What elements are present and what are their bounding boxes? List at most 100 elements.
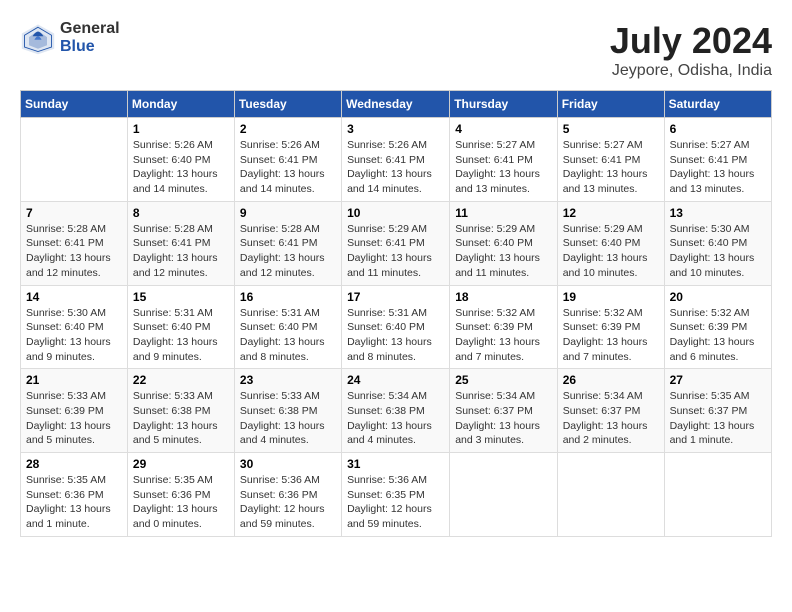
calendar-cell: 31 Sunrise: 5:36 AMSunset: 6:35 PMDayligh… [342,453,450,537]
logo-icon [20,20,56,56]
day-info: Sunrise: 5:28 AMSunset: 6:41 PMDaylight:… [240,222,336,281]
day-number: 31 [347,457,444,471]
calendar-cell: 27Sunrise: 5:35 AMSunset: 6:37 PMDayligh… [664,369,771,453]
day-number: 18 [455,290,551,304]
day-info: Sunrise: 5:27 AMSunset: 6:41 PMDaylight:… [670,138,766,197]
day-info: Sunrise: 5:36 AMSunset: 6:36 PMDaylight:… [240,473,336,532]
calendar-cell [21,118,128,202]
calendar-cell: 18 Sunrise: 5:32 AMSunset: 6:39 PMDayligh… [450,285,557,369]
calendar-week-row: 21Sunrise: 5:33 AMSunset: 6:39 PMDayligh… [21,369,772,453]
month-title: July 2024 [610,20,772,62]
day-info: Sunrise: 5:29 AMSunset: 6:41 PMDaylight:… [347,222,444,281]
calendar-week-row: 28Sunrise: 5:35 AMSunset: 6:36 PMDayligh… [21,453,772,537]
calendar-cell: 16Sunrise: 5:31 AMSunset: 6:40 PMDayligh… [234,285,341,369]
logo-blue-text: Blue [60,38,120,56]
day-info: Sunrise: 5:31 AMSunset: 6:40 PMDaylight:… [347,306,444,365]
calendar-cell: 29 Sunrise: 5:35 AMSunset: 6:36 PMDayligh… [127,453,234,537]
calendar-cell: 25 Sunrise: 5:34 AMSunset: 6:37 PMDayligh… [450,369,557,453]
calendar-cell: 11Sunrise: 5:29 AMSunset: 6:40 PMDayligh… [450,201,557,285]
calendar-cell: 24Sunrise: 5:34 AMSunset: 6:38 PMDayligh… [342,369,450,453]
calendar-cell: 1 Sunrise: 5:26 AMSunset: 6:40 PMDaylight… [127,118,234,202]
day-number: 10 [347,206,444,220]
day-info: Sunrise: 5:32 AMSunset: 6:39 PMDaylight:… [455,306,551,365]
day-info: Sunrise: 5:33 AMSunset: 6:39 PMDaylight:… [26,389,122,448]
calendar-cell: 23 Sunrise: 5:33 AMSunset: 6:38 PMDayligh… [234,369,341,453]
day-number: 20 [670,290,766,304]
calendar-cell: 28Sunrise: 5:35 AMSunset: 6:36 PMDayligh… [21,453,128,537]
day-number: 23 [240,373,336,387]
calendar-cell: 3 Sunrise: 5:26 AMSunset: 6:41 PMDaylight… [342,118,450,202]
day-number: 5 [563,122,659,136]
column-header-thursday: Thursday [450,91,557,118]
calendar-cell: 26Sunrise: 5:34 AMSunset: 6:37 PMDayligh… [557,369,664,453]
day-number: 22 [133,373,229,387]
day-info: Sunrise: 5:30 AMSunset: 6:40 PMDaylight:… [26,306,122,365]
calendar-cell: 4Sunrise: 5:27 AMSunset: 6:41 PMDaylight… [450,118,557,202]
calendar-cell: 2Sunrise: 5:26 AMSunset: 6:41 PMDaylight… [234,118,341,202]
day-info: Sunrise: 5:26 AMSunset: 6:41 PMDaylight:… [240,138,336,197]
day-info: Sunrise: 5:35 AMSunset: 6:36 PMDaylight:… [133,473,229,532]
day-info: Sunrise: 5:31 AMSunset: 6:40 PMDaylight:… [133,306,229,365]
calendar-table: SundayMondayTuesdayWednesdayThursdayFrid… [20,90,772,537]
calendar-cell: 17 Sunrise: 5:31 AMSunset: 6:40 PMDayligh… [342,285,450,369]
column-header-friday: Friday [557,91,664,118]
calendar-cell: 30Sunrise: 5:36 AMSunset: 6:36 PMDayligh… [234,453,341,537]
calendar-cell: 14 Sunrise: 5:30 AMSunset: 6:40 PMDayligh… [21,285,128,369]
day-number: 9 [240,206,336,220]
day-number: 17 [347,290,444,304]
day-number: 16 [240,290,336,304]
calendar-cell: 15 Sunrise: 5:31 AMSunset: 6:40 PMDayligh… [127,285,234,369]
day-info: Sunrise: 5:36 AMSunset: 6:35 PMDaylight:… [347,473,444,532]
day-info: Sunrise: 5:34 AMSunset: 6:37 PMDaylight:… [563,389,659,448]
day-number: 1 [133,122,229,136]
logo-text: General Blue [60,20,120,56]
logo: General Blue [20,20,120,56]
calendar-cell: 22Sunrise: 5:33 AMSunset: 6:38 PMDayligh… [127,369,234,453]
day-info: Sunrise: 5:28 AMSunset: 6:41 PMDaylight:… [26,222,122,281]
day-info: Sunrise: 5:27 AMSunset: 6:41 PMDaylight:… [563,138,659,197]
calendar-cell: 6 Sunrise: 5:27 AMSunset: 6:41 PMDaylight… [664,118,771,202]
day-number: 13 [670,206,766,220]
calendar-cell: 19Sunrise: 5:32 AMSunset: 6:39 PMDayligh… [557,285,664,369]
day-number: 7 [26,206,122,220]
day-info: Sunrise: 5:33 AMSunset: 6:38 PMDaylight:… [240,389,336,448]
calendar-cell: 9 Sunrise: 5:28 AMSunset: 6:41 PMDaylight… [234,201,341,285]
day-number: 8 [133,206,229,220]
day-number: 6 [670,122,766,136]
day-info: Sunrise: 5:32 AMSunset: 6:39 PMDaylight:… [670,306,766,365]
calendar-cell [664,453,771,537]
day-info: Sunrise: 5:26 AMSunset: 6:40 PMDaylight:… [133,138,229,197]
day-info: Sunrise: 5:30 AMSunset: 6:40 PMDaylight:… [670,222,766,281]
calendar-cell: 21Sunrise: 5:33 AMSunset: 6:39 PMDayligh… [21,369,128,453]
day-info: Sunrise: 5:34 AMSunset: 6:37 PMDaylight:… [455,389,551,448]
day-info: Sunrise: 5:28 AMSunset: 6:41 PMDaylight:… [133,222,229,281]
column-header-monday: Monday [127,91,234,118]
title-block: July 2024 Jeypore, Odisha, India [610,20,772,80]
day-number: 15 [133,290,229,304]
calendar-cell: 10 Sunrise: 5:29 AMSunset: 6:41 PMDayligh… [342,201,450,285]
column-header-tuesday: Tuesday [234,91,341,118]
day-info: Sunrise: 5:35 AMSunset: 6:37 PMDaylight:… [670,389,766,448]
day-info: Sunrise: 5:34 AMSunset: 6:38 PMDaylight:… [347,389,444,448]
calendar-cell [450,453,557,537]
day-number: 4 [455,122,551,136]
calendar-cell: 7 Sunrise: 5:28 AMSunset: 6:41 PMDaylight… [21,201,128,285]
day-number: 3 [347,122,444,136]
logo-general-text: General [60,20,120,38]
calendar-cell: 20 Sunrise: 5:32 AMSunset: 6:39 PMDayligh… [664,285,771,369]
calendar-cell: 13 Sunrise: 5:30 AMSunset: 6:40 PMDayligh… [664,201,771,285]
day-info: Sunrise: 5:29 AMSunset: 6:40 PMDaylight:… [455,222,551,281]
calendar-week-row: 7 Sunrise: 5:28 AMSunset: 6:41 PMDaylight… [21,201,772,285]
calendar-cell: 12 Sunrise: 5:29 AMSunset: 6:40 PMDayligh… [557,201,664,285]
day-info: Sunrise: 5:26 AMSunset: 6:41 PMDaylight:… [347,138,444,197]
column-header-saturday: Saturday [664,91,771,118]
day-info: Sunrise: 5:29 AMSunset: 6:40 PMDaylight:… [563,222,659,281]
day-number: 19 [563,290,659,304]
calendar-cell: 8 Sunrise: 5:28 AMSunset: 6:41 PMDaylight… [127,201,234,285]
day-number: 29 [133,457,229,471]
day-number: 14 [26,290,122,304]
calendar-header-row: SundayMondayTuesdayWednesdayThursdayFrid… [21,91,772,118]
day-number: 25 [455,373,551,387]
calendar-cell: 5 Sunrise: 5:27 AMSunset: 6:41 PMDaylight… [557,118,664,202]
day-number: 12 [563,206,659,220]
